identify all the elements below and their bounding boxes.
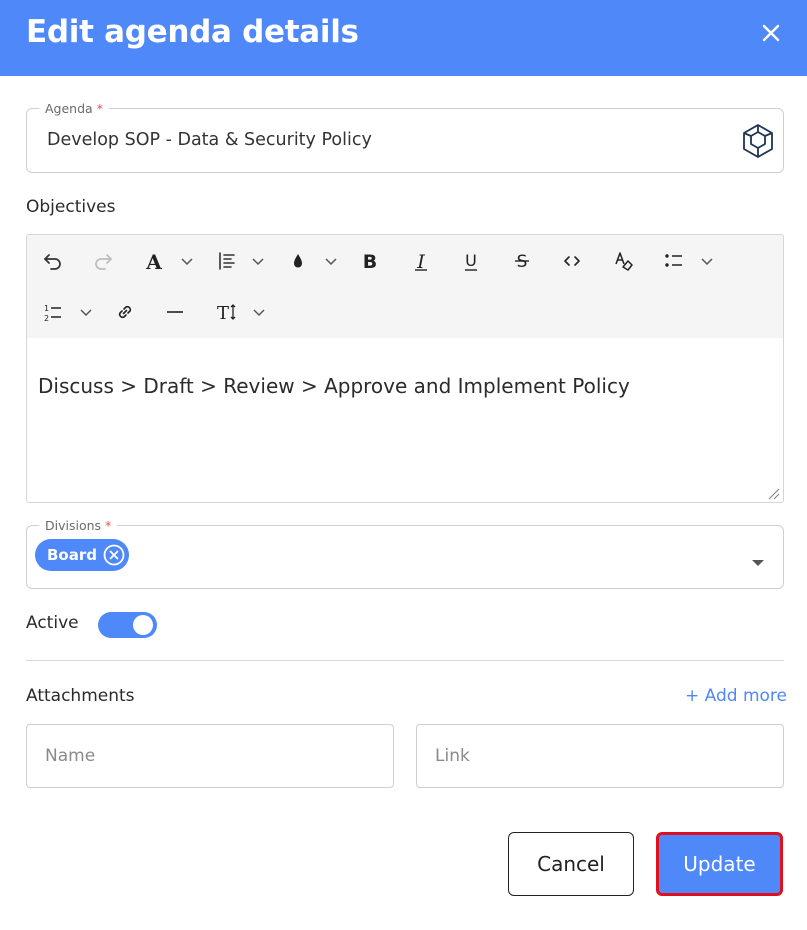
font-glyph: A (145, 250, 162, 273)
add-more-link[interactable]: + Add more (685, 686, 787, 706)
attachment-link-input[interactable] (416, 724, 784, 788)
chevron-down-icon[interactable] (700, 254, 714, 268)
cube-logo-icon (739, 122, 777, 160)
bulleted-list-icon[interactable] (662, 249, 686, 273)
attachment-name-input[interactable] (26, 724, 394, 788)
line-height-icon[interactable] (215, 249, 239, 273)
dialog-header: Edit agenda details (0, 0, 807, 76)
strike-glyph: S (517, 252, 528, 272)
svg-text:1: 1 (44, 304, 49, 313)
objectives-label: Objectives (26, 197, 116, 217)
chevron-down-icon[interactable] (324, 254, 338, 268)
cancel-button[interactable]: Cancel (508, 832, 634, 896)
chevron-down-icon[interactable] (180, 254, 194, 268)
remove-chip-icon[interactable] (103, 544, 125, 566)
strikethrough-icon[interactable]: S (510, 249, 534, 273)
horizontal-rule-icon[interactable] (163, 300, 187, 324)
close-icon[interactable] (756, 18, 786, 48)
bold-icon[interactable]: B (358, 249, 382, 273)
highlight-icon[interactable] (286, 249, 310, 273)
underline-glyph: U (465, 251, 477, 270)
objectives-content[interactable]: Discuss > Draft > Review > Approve and I… (38, 374, 630, 398)
divisions-field[interactable]: Divisions * Board (26, 518, 784, 589)
undo-icon[interactable] (41, 249, 65, 273)
svg-text:2: 2 (44, 314, 49, 323)
agenda-label: Agenda * (39, 101, 109, 116)
resize-handle-icon[interactable] (766, 485, 780, 500)
divisions-label: Divisions * (39, 518, 118, 533)
update-button[interactable]: Update (656, 832, 783, 896)
editor-toolbar: A B I U S 1 2 T (27, 235, 783, 338)
dropdown-arrow-icon[interactable] (751, 553, 765, 566)
agenda-value: Develop SOP - Data & Security Policy (47, 130, 372, 150)
divider (26, 660, 784, 661)
underline-icon[interactable]: U (459, 249, 483, 273)
clear-format-icon[interactable] (611, 249, 635, 273)
font-size-icon[interactable]: T (214, 300, 238, 324)
chevron-down-icon[interactable] (79, 305, 93, 319)
dialog-title: Edit agenda details (26, 14, 359, 50)
bold-glyph: B (363, 251, 377, 273)
attachments-label: Attachments (26, 686, 135, 706)
division-chip-label: Board (47, 546, 97, 564)
numbered-list-icon[interactable]: 12 (41, 300, 65, 324)
chevron-down-icon[interactable] (251, 254, 265, 268)
toggle-knob (133, 615, 153, 635)
link-icon[interactable] (113, 300, 137, 324)
objectives-editor[interactable]: A B I U S 1 2 T Discuss > Draft > Review… (26, 234, 784, 503)
division-chip: Board (35, 539, 129, 571)
chevron-down-icon[interactable] (252, 305, 266, 319)
italic-icon[interactable]: I (409, 249, 433, 273)
redo-icon[interactable] (91, 249, 115, 273)
font-color-icon[interactable]: A (142, 249, 166, 273)
active-label: Active (26, 613, 79, 633)
agenda-field[interactable]: Agenda * Develop SOP - Data & Security P… (26, 101, 784, 173)
size-glyph: T (217, 303, 229, 324)
active-toggle[interactable] (98, 612, 157, 638)
code-icon[interactable] (560, 249, 584, 273)
